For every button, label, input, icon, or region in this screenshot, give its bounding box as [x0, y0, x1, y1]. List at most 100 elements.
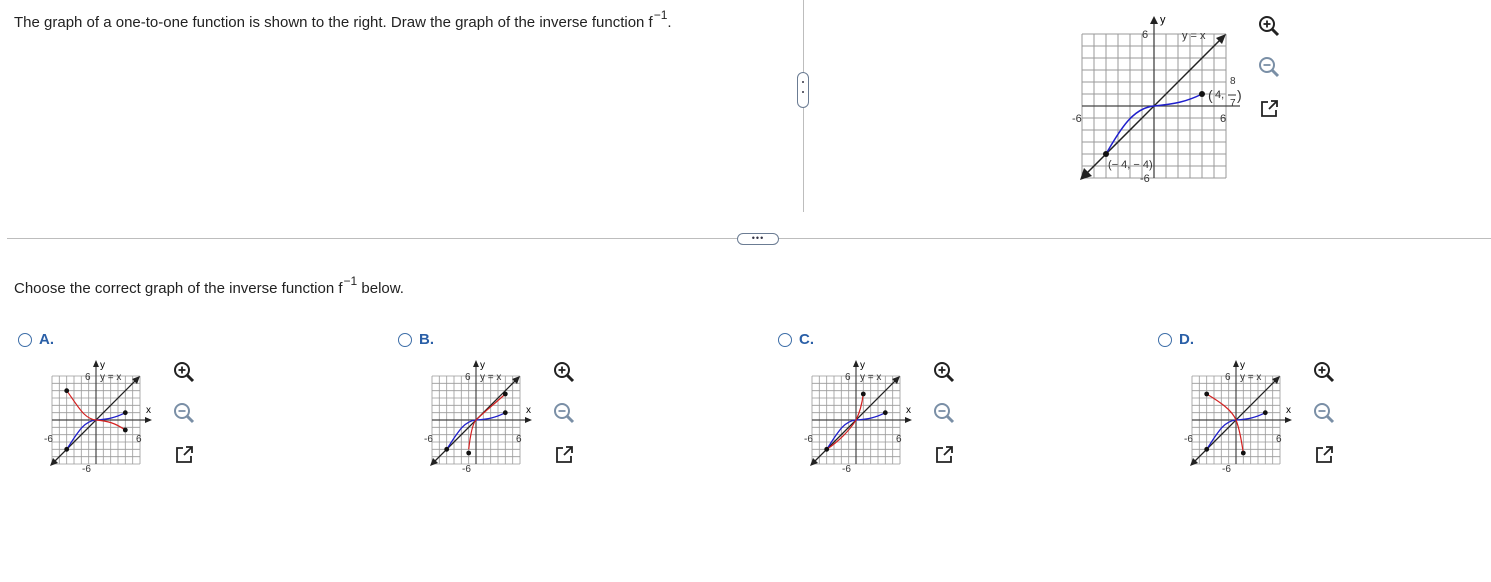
main-popout-button[interactable] — [1256, 96, 1282, 122]
option-d-x-min-label: -6 — [1184, 434, 1193, 445]
option-a-y-max-label: 6 — [85, 372, 91, 383]
popout-icon — [936, 446, 953, 463]
option-a-x-max-label: 6 — [136, 434, 142, 445]
option-d-letter: D. — [1179, 331, 1194, 348]
y-min-label: -6 — [1140, 173, 1150, 184]
option-d-zoom-in-button[interactable] — [1311, 359, 1337, 385]
option-a-zoom-out-button[interactable] — [171, 400, 197, 426]
vertical-resize-handle[interactable] — [797, 72, 809, 108]
option-d-line-label: y = x — [1240, 372, 1261, 383]
popout-icon — [176, 446, 193, 463]
option-a-y-min-label: -6 — [82, 464, 91, 475]
option-c-x-min-label: -6 — [804, 434, 813, 445]
option-a-x-min-label: -6 — [44, 434, 53, 445]
option-c-x-max-label: 6 — [896, 434, 902, 445]
option-d-y-axis-label: y — [1240, 360, 1245, 371]
option-d-y-max-label: 6 — [1225, 372, 1231, 383]
option-a-y-axis-arrow — [93, 360, 99, 367]
zoom-out-icon — [174, 403, 195, 424]
option-b-y-min-label: -6 — [462, 464, 471, 475]
main-graph: y 6 -6 -6 6 y = x ( 4, 8 7 ) (− 4, − 4) — [1072, 14, 1242, 184]
option-b-zoom-in-button[interactable] — [551, 359, 577, 385]
option-d-point-1 — [1262, 410, 1268, 416]
option-c-x-axis-arrow — [905, 417, 912, 423]
popout-icon — [1316, 446, 1333, 463]
zoom-out-icon — [1259, 57, 1280, 78]
x-min-label: -6 — [1072, 113, 1082, 125]
option-c-graph: y x 6 -6 -6 6 y = x — [804, 360, 912, 475]
option-b-popout-button[interactable] — [551, 442, 577, 468]
point-upper-frac-num: 8 — [1230, 76, 1236, 87]
option-a-radio[interactable] — [18, 332, 32, 347]
y-axis-arrow — [1150, 16, 1158, 24]
line-label: y = x — [1182, 30, 1206, 42]
main-zoom-in-button[interactable] — [1256, 13, 1282, 39]
option-b-radio[interactable] — [398, 332, 412, 347]
prompt-superscript: −1 — [343, 274, 358, 288]
option-b-point-4 — [466, 450, 472, 456]
option-b-graph: y x 6 -6 -6 6 y = x — [424, 360, 532, 475]
option-c-letter: C. — [799, 331, 814, 348]
option-c-y-max-label: 6 — [845, 372, 851, 383]
zoom-in-icon — [174, 362, 195, 383]
option-b-zoom-out-button[interactable] — [551, 400, 577, 426]
option-a-popout-button[interactable] — [171, 442, 197, 468]
question-text: The graph of a one-to-one function is sh… — [14, 8, 672, 31]
option-d-point-4 — [1240, 450, 1246, 456]
main-zoom-out-button[interactable] — [1256, 54, 1282, 80]
option-c-y-axis-label: y — [860, 360, 865, 371]
point-upper — [1199, 91, 1205, 97]
option-c-x-axis-label: x — [906, 405, 911, 416]
question-superscript: −1 — [653, 8, 668, 22]
option-c-point-1 — [882, 410, 888, 416]
option-c-point-2 — [824, 446, 830, 452]
option-d-choice[interactable]: D. — [1158, 331, 1194, 348]
option-a-point-2 — [64, 446, 70, 452]
zoom-in-icon — [554, 362, 575, 383]
option-b-point-3 — [502, 391, 508, 397]
x-max-label: 6 — [1220, 113, 1226, 125]
question-end: . — [667, 14, 672, 31]
option-b-x-min-label: -6 — [424, 434, 433, 445]
more-icon[interactable]: ••• — [737, 233, 779, 245]
option-b-point-1 — [502, 410, 508, 416]
option-a-zoom-in-button[interactable] — [171, 359, 197, 385]
option-c-zoom-out-button[interactable] — [931, 400, 957, 426]
option-d-popout-button[interactable] — [1311, 442, 1337, 468]
option-b-choice[interactable]: B. — [398, 331, 434, 348]
option-a-choice[interactable]: A. — [18, 331, 54, 348]
zoom-out-icon — [554, 403, 575, 424]
option-d-graph: y x 6 -6 -6 6 y = x — [1184, 360, 1292, 475]
point-lower-label: (− 4, − 4) — [1108, 159, 1153, 171]
option-d-x-axis-label: x — [1286, 405, 1291, 416]
popout-icon — [556, 446, 573, 463]
option-a-point-4 — [122, 427, 128, 433]
point-upper-frac-den: 7 — [1230, 98, 1236, 109]
option-c-y-min-label: -6 — [842, 464, 851, 475]
prompt-end: below. — [357, 280, 404, 297]
option-d-y-min-label: -6 — [1222, 464, 1231, 475]
zoom-out-icon — [1314, 403, 1335, 424]
popout-icon — [1261, 100, 1278, 117]
option-d-y-axis-arrow — [1233, 360, 1239, 367]
option-d-radio[interactable] — [1158, 332, 1172, 347]
option-d-x-max-label: 6 — [1276, 434, 1282, 445]
option-b-x-max-label: 6 — [516, 434, 522, 445]
option-b-line-label: y = x — [480, 372, 501, 383]
option-a-line-label: y = x — [100, 372, 121, 383]
option-a-letter: A. — [39, 331, 54, 348]
option-d-zoom-out-button[interactable] — [1311, 400, 1337, 426]
option-c-popout-button[interactable] — [931, 442, 957, 468]
option-a-point-1 — [122, 410, 128, 416]
point-upper-paren-close: ) — [1237, 87, 1242, 103]
y-max-label: 6 — [1142, 29, 1148, 41]
option-d-x-axis-arrow — [1285, 417, 1292, 423]
point-upper-paren-open: ( — [1208, 87, 1213, 103]
question-body: The graph of a one-to-one function is sh… — [14, 14, 653, 31]
option-c-zoom-in-button[interactable] — [931, 359, 957, 385]
option-c-radio[interactable] — [778, 332, 792, 347]
option-c-point-3 — [860, 391, 866, 397]
option-c-choice[interactable]: C. — [778, 331, 814, 348]
zoom-in-icon — [1259, 16, 1280, 37]
option-b-point-2 — [444, 446, 450, 452]
